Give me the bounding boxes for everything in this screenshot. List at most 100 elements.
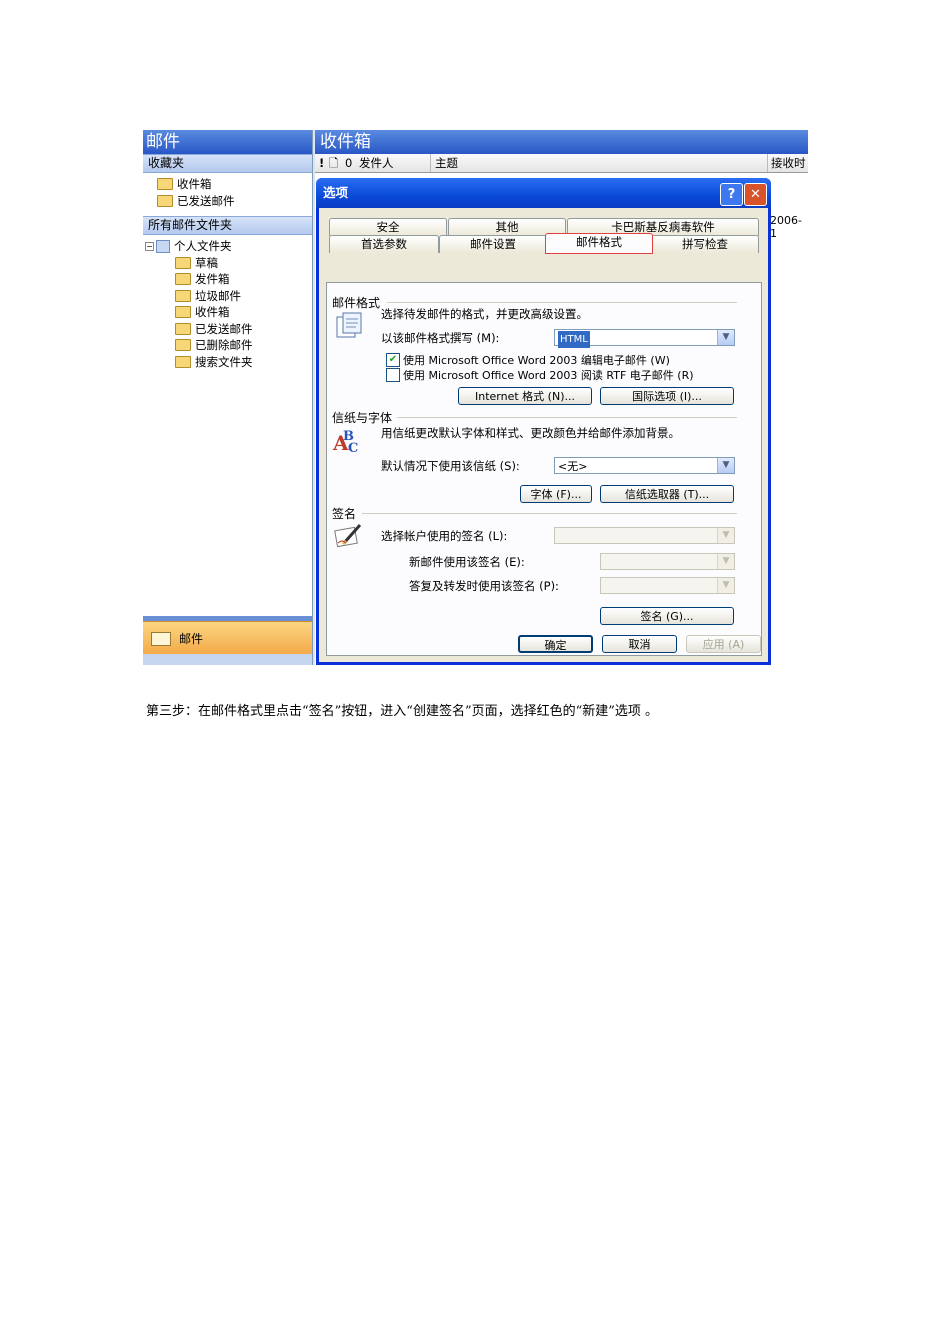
chevron-down-icon[interactable]: ▼ bbox=[717, 458, 734, 473]
folder-search[interactable]: 搜索文件夹 bbox=[143, 354, 312, 371]
icon-column[interactable]: 🗋 bbox=[329, 154, 338, 172]
deleted-folder-icon bbox=[175, 339, 191, 352]
tab-security[interactable]: 安全 bbox=[329, 218, 447, 236]
all-folders-header: 所有邮件文件夹 bbox=[143, 216, 312, 235]
stationery-group-label: 信纸与字体 bbox=[332, 411, 393, 425]
mail-format-description: 选择待发邮件的格式，并更改高级设置。 bbox=[381, 307, 588, 321]
folder-inbox[interactable]: 收件箱 bbox=[143, 304, 312, 321]
fonts-icon: ABC bbox=[332, 426, 362, 456]
navigation-pane: 邮件 收藏夹 收件箱 已发送邮件 所有邮件文件夹 − 个人文件夹 草稿 发件箱 垃… bbox=[143, 130, 313, 665]
junk-folder-icon bbox=[175, 289, 191, 302]
help-button[interactable]: ? bbox=[720, 183, 743, 206]
message-date: 2006-1 bbox=[770, 214, 802, 240]
folder-deleted[interactable]: 已删除邮件 bbox=[143, 337, 312, 354]
group-divider bbox=[362, 513, 737, 514]
group-divider bbox=[397, 417, 737, 418]
column-header-bar: ! 🗋 0 发件人 主题 接收时 bbox=[315, 154, 808, 173]
tab-mail-setup[interactable]: 邮件设置 bbox=[439, 235, 547, 253]
options-dialog: 选项 ? ✕ 安全 其他 卡巴斯基反病毒软件 首选参数 邮件设置 拼写检查 邮件… bbox=[316, 178, 771, 665]
inbox-folder-icon bbox=[175, 306, 191, 319]
drafts-folder-icon bbox=[175, 256, 191, 269]
personal-folders-label: 个人文件夹 bbox=[174, 239, 232, 253]
account-signature-label: 选择帐户使用的签名 (L): bbox=[381, 529, 508, 543]
international-options-button[interactable]: 国际选项 (I)... bbox=[600, 387, 734, 405]
outlook-screenshot: 邮件 收藏夹 收件箱 已发送邮件 所有邮件文件夹 − 个人文件夹 草稿 发件箱 垃… bbox=[143, 130, 808, 665]
stationery-picker-button[interactable]: 信纸选取器 (T)... bbox=[600, 485, 734, 503]
ok-button[interactable]: 确定 bbox=[518, 635, 593, 653]
folder-junk[interactable]: 垃圾邮件 bbox=[143, 288, 312, 305]
inbox-folder-icon bbox=[157, 178, 173, 191]
tab-mail-format[interactable]: 邮件格式 bbox=[545, 233, 653, 254]
favorite-sent[interactable]: 已发送邮件 bbox=[157, 193, 312, 210]
mail-nav-button[interactable]: 邮件 bbox=[143, 621, 312, 655]
folder-search-label: 搜索文件夹 bbox=[195, 354, 253, 369]
nav-bottom-bar bbox=[143, 654, 312, 665]
default-stationery-label: 默认情况下使用该信纸 (S): bbox=[381, 459, 520, 473]
dialog-titlebar: 选项 ? ✕ bbox=[316, 178, 771, 208]
mail-envelope-icon bbox=[151, 631, 171, 646]
folder-outbox-label: 发件箱 bbox=[195, 272, 230, 286]
tab-preferences[interactable]: 首选参数 bbox=[329, 235, 439, 253]
chevron-down-icon[interactable]: ▼ bbox=[717, 330, 734, 345]
folder-junk-label: 垃圾邮件 bbox=[195, 288, 241, 303]
compose-format-label: 以该邮件格式撰写 (M): bbox=[381, 331, 500, 345]
svg-text:C: C bbox=[348, 441, 358, 454]
favorites-header: 收藏夹 bbox=[143, 154, 312, 173]
attachment-column[interactable]: 0 bbox=[345, 154, 352, 172]
reply-signature-select[interactable]: ▼ bbox=[600, 577, 735, 594]
from-column[interactable]: 发件人 bbox=[359, 154, 394, 172]
mail-format-icon bbox=[334, 311, 364, 339]
chevron-down-icon[interactable]: ▼ bbox=[717, 528, 734, 543]
importance-column[interactable]: ! bbox=[319, 154, 324, 172]
internet-format-button[interactable]: Internet 格式 (N)... bbox=[458, 387, 592, 405]
outbox-folder-icon bbox=[175, 273, 191, 286]
apply-button[interactable]: 应用 (A) bbox=[686, 635, 761, 653]
signature-group-label: 签名 bbox=[332, 507, 357, 521]
favorite-inbox[interactable]: 收件箱 bbox=[157, 176, 312, 193]
word-read-label: 使用 Microsoft Office Word 2003 阅读 RTF 电子邮… bbox=[403, 369, 694, 382]
signatures-button[interactable]: 签名 (G)... bbox=[600, 607, 734, 625]
folder-sent[interactable]: 已发送邮件 bbox=[143, 321, 312, 338]
stationery-description: 用信纸更改默认字体和样式、更改颜色并给邮件添加背景。 bbox=[381, 426, 680, 440]
sent-folder-icon bbox=[175, 322, 191, 335]
dialog-body: 安全 其他 卡巴斯基反病毒软件 首选参数 邮件设置 拼写检查 邮件格式 选择待发… bbox=[319, 208, 768, 662]
fonts-button[interactable]: 字体 (F)... bbox=[520, 485, 592, 503]
mail-nav-label: 邮件 bbox=[179, 632, 204, 646]
tab-spelling[interactable]: 拼写检查 bbox=[651, 235, 759, 253]
personal-folders-icon bbox=[156, 239, 170, 253]
folder-drafts[interactable]: 草稿 bbox=[143, 255, 312, 272]
word-edit-checkbox[interactable]: ✔ bbox=[386, 353, 400, 367]
mail-format-page: 邮件格式 选择待发邮件的格式，并更改高级设置。 以该邮件格式撰写 (M): HT… bbox=[326, 282, 762, 656]
folder-outbox[interactable]: 发件箱 bbox=[143, 271, 312, 288]
default-stationery-value: <无> bbox=[558, 460, 588, 473]
account-signature-select[interactable]: ▼ bbox=[554, 527, 735, 544]
chevron-down-icon[interactable]: ▼ bbox=[717, 578, 734, 593]
word-read-checkbox[interactable] bbox=[386, 368, 400, 382]
default-stationery-select[interactable]: <无> ▼ bbox=[554, 457, 735, 474]
collapse-icon[interactable]: − bbox=[145, 241, 154, 251]
nav-pane-title: 邮件 bbox=[143, 130, 312, 154]
mail-format-group-label: 邮件格式 bbox=[332, 296, 381, 310]
personal-folders-root[interactable]: − 个人文件夹 bbox=[143, 238, 312, 255]
compose-format-select[interactable]: HTML ▼ bbox=[554, 329, 735, 348]
favorites-list: 收件箱 已发送邮件 bbox=[143, 173, 312, 212]
dialog-title: 选项 bbox=[323, 185, 349, 200]
favorite-sent-label: 已发送邮件 bbox=[177, 193, 235, 208]
folder-sent-label: 已发送邮件 bbox=[195, 321, 253, 336]
group-divider bbox=[387, 302, 737, 303]
favorite-inbox-label: 收件箱 bbox=[177, 177, 212, 191]
folder-inbox-label: 收件箱 bbox=[195, 305, 230, 319]
word-edit-label: 使用 Microsoft Office Word 2003 编辑电子邮件 (W) bbox=[403, 354, 670, 367]
new-message-signature-label: 新邮件使用该签名 (E): bbox=[409, 555, 525, 569]
received-column[interactable]: 接收时 bbox=[767, 154, 806, 172]
close-button[interactable]: ✕ bbox=[744, 183, 767, 206]
signature-pen-icon bbox=[334, 521, 364, 549]
subject-column[interactable]: 主题 bbox=[430, 154, 458, 172]
chevron-down-icon[interactable]: ▼ bbox=[717, 554, 734, 569]
new-message-signature-select[interactable]: ▼ bbox=[600, 553, 735, 570]
cancel-button[interactable]: 取消 bbox=[602, 635, 677, 653]
folder-deleted-label: 已删除邮件 bbox=[195, 338, 253, 352]
folder-drafts-label: 草稿 bbox=[195, 255, 218, 270]
search-folder-icon bbox=[175, 355, 191, 368]
folder-tree: − 个人文件夹 草稿 发件箱 垃圾邮件 收件箱 已发送邮件 已删除邮件 搜索文件夹 bbox=[143, 235, 312, 373]
